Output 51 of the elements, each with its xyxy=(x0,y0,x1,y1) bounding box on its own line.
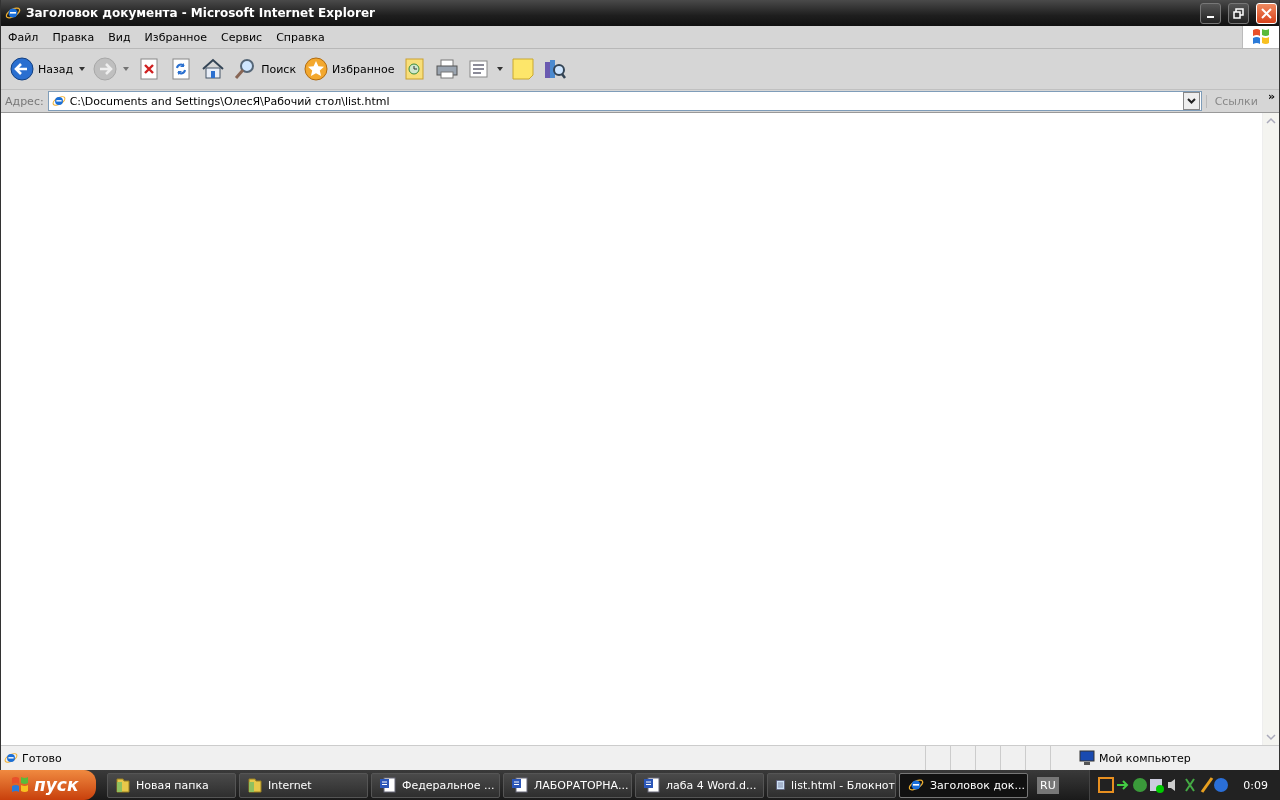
word-document-icon xyxy=(466,57,491,81)
chevron-button[interactable]: » xyxy=(1267,90,1275,103)
word-document-icon xyxy=(512,777,528,793)
folder-icon xyxy=(116,777,130,793)
close-icon xyxy=(1261,7,1272,19)
chevron-down-icon xyxy=(1186,98,1196,104)
home-icon xyxy=(201,57,226,81)
zone-text: Мой компьютер xyxy=(1099,751,1191,765)
address-label: Адрес: xyxy=(5,94,44,108)
taskbar-button[interactable]: Новая папка xyxy=(107,772,236,798)
folder-icon xyxy=(248,777,262,793)
word-document-icon xyxy=(380,777,396,793)
menu-item[interactable]: Правка xyxy=(45,28,102,46)
minimize-icon xyxy=(1207,15,1214,18)
clock: 0:09 xyxy=(1243,778,1268,792)
language-indicator[interactable]: RU xyxy=(1037,776,1059,794)
note-icon xyxy=(510,57,535,81)
taskbar-button[interactable]: Заголовок док... xyxy=(899,772,1028,798)
menu-item[interactable]: Избранное xyxy=(137,28,215,46)
address-field[interactable]: C:\Documents and Settings\ОлесЯ\Рабочий стол\list.html xyxy=(47,91,1202,111)
window-title: Заголовок документа - Microsoft Internet Explorer xyxy=(26,6,376,20)
restore-icon xyxy=(1233,7,1244,19)
taskbar-button[interactable]: Internet xyxy=(239,772,368,798)
start-button[interactable]: пуск xyxy=(0,770,96,800)
back-button[interactable]: Назад xyxy=(7,54,89,84)
favorites-button[interactable]: Избранное xyxy=(301,54,398,84)
menu-item[interactable]: Сервис xyxy=(214,28,270,46)
close-button[interactable] xyxy=(1256,2,1277,24)
ie-icon xyxy=(908,777,924,793)
research-icon xyxy=(542,57,567,81)
windows-logo-icon xyxy=(10,776,30,794)
minimize-button[interactable] xyxy=(1200,2,1221,24)
word-document-icon xyxy=(644,777,660,793)
printer-icon xyxy=(434,57,459,81)
taskbar-button[interactable]: Федеральное ... xyxy=(371,772,500,798)
dropdown-button[interactable] xyxy=(1182,92,1200,110)
menu-item[interactable]: Справка xyxy=(269,28,332,46)
taskbar-button[interactable]: лаба 4 Word.d... xyxy=(635,772,764,798)
ie-icon xyxy=(51,94,66,108)
menu-item[interactable]: Файл xyxy=(1,28,46,46)
taskbar-button[interactable]: list.html - Блокнот xyxy=(767,772,896,798)
search-button[interactable]: Поиск xyxy=(230,54,300,84)
menu-item[interactable]: Вид xyxy=(101,28,138,46)
restore-button[interactable] xyxy=(1228,2,1249,24)
taskbar-button[interactable]: ЛАБОРАТОРНА... xyxy=(503,772,632,798)
notepad-icon xyxy=(776,777,786,793)
ie-icon xyxy=(5,5,21,21)
status-text: Готово xyxy=(22,751,62,765)
computer-icon xyxy=(1079,750,1095,766)
ie-icon xyxy=(4,751,18,765)
history-icon xyxy=(402,57,427,81)
